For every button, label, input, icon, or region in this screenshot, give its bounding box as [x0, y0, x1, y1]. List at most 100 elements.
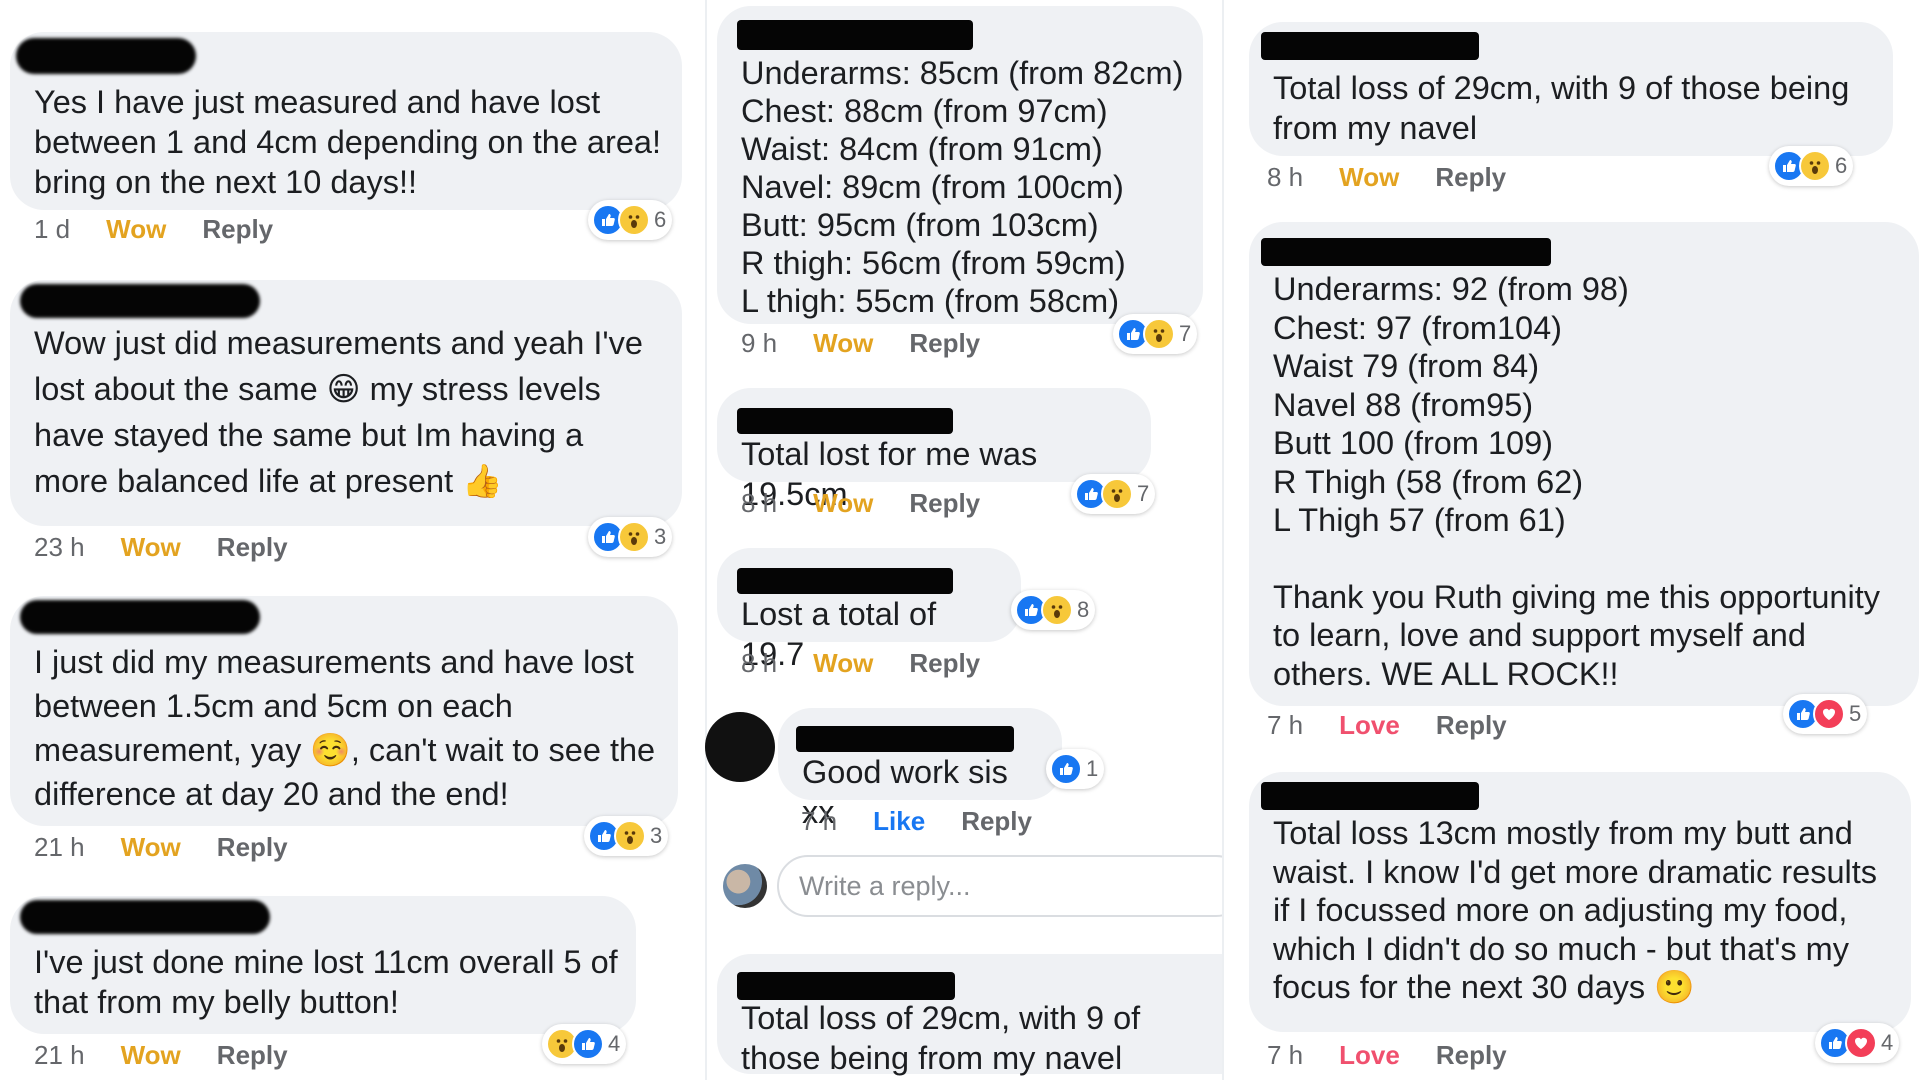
- redacted-name: [737, 972, 955, 1000]
- comment-bubble: Total lost for me was 19.5cm: [717, 388, 1151, 512]
- comment-column-right: Total loss of 29cm, with 9 of those bein…: [1223, 0, 1920, 1080]
- reply-button[interactable]: Reply: [217, 1040, 288, 1071]
- wow-button[interactable]: Wow: [121, 832, 181, 863]
- wow-reaction-icon: [618, 204, 650, 236]
- like-button[interactable]: Like: [873, 806, 925, 837]
- comment-actions: 23 h Wow Reply: [34, 532, 288, 563]
- comment-actions: 8 h Wow Reply: [741, 488, 980, 519]
- reaction-count: 6: [654, 207, 667, 232]
- reply-button[interactable]: Reply: [202, 214, 273, 245]
- comment-bubble: Yes I have just measured and have lost b…: [10, 32, 682, 210]
- redacted-name: [1261, 238, 1551, 266]
- comment-bubble: Underarms: 85cm (from 82cm) Chest: 88cm …: [717, 6, 1203, 324]
- love-reaction-icon: [1813, 698, 1845, 730]
- measurement-line: Waist 79 (from 84): [1273, 348, 1540, 384]
- comment-actions: 8 h Wow Reply: [1267, 162, 1506, 193]
- comment-bubble: Total loss of 29cm, with 9 of those bein…: [717, 954, 1223, 1076]
- measurement-line: Chest: 88cm (from 97cm): [741, 93, 1108, 129]
- comment-time[interactable]: 8 h: [741, 648, 777, 679]
- reaction-count: 4: [1881, 1030, 1894, 1055]
- comment-text: I just did my measurements and have lost…: [34, 644, 656, 812]
- measurement-line: Navel 88 (from95): [1273, 386, 1534, 423]
- reply-button[interactable]: Reply: [217, 832, 288, 863]
- reaction-count: 3: [650, 823, 663, 848]
- redacted-name: [20, 900, 270, 934]
- comment-actions: 21 h Wow Reply: [34, 832, 288, 863]
- reply-input[interactable]: Write a reply...: [777, 855, 1223, 917]
- measurement-line: R Thigh (58 (from 62): [1273, 463, 1584, 500]
- comment-time[interactable]: 7 h: [1267, 710, 1303, 741]
- love-button[interactable]: Love: [1339, 710, 1400, 741]
- love-reaction-icon: [1845, 1027, 1877, 1059]
- wow-reaction-icon: [614, 820, 646, 852]
- reply-button[interactable]: Reply: [1436, 1040, 1507, 1071]
- current-user-avatar: [723, 864, 767, 908]
- comment-text: Wow just did measurements and yeah I've …: [34, 325, 643, 499]
- comment-time[interactable]: 23 h: [34, 532, 85, 563]
- comment-text: Yes I have just measured and have lost b…: [34, 84, 662, 200]
- reply-button[interactable]: Reply: [961, 806, 1032, 837]
- comment-bubble: I've just done mine lost 11cm overall 5 …: [10, 896, 636, 1034]
- measurement-line: L Thigh 57 (from 61): [1273, 502, 1566, 538]
- wow-button[interactable]: Wow: [813, 488, 873, 519]
- redacted-name: [20, 284, 260, 318]
- comment-time[interactable]: 21 h: [34, 832, 85, 863]
- reaction-summary[interactable]: 4: [542, 1024, 627, 1064]
- reply-button[interactable]: Reply: [1436, 710, 1507, 741]
- reply-placeholder: Write a reply...: [799, 870, 971, 901]
- comment-time[interactable]: 7 h: [801, 806, 837, 837]
- measurement-line: R thigh: 56cm (from 59cm): [741, 245, 1126, 281]
- reaction-summary[interactable]: 5: [1783, 694, 1868, 734]
- redacted-name: [737, 568, 953, 594]
- reply-button[interactable]: Reply: [217, 532, 288, 563]
- reaction-summary[interactable]: 6: [588, 200, 673, 240]
- comment-time[interactable]: 8 h: [1267, 162, 1303, 193]
- reaction-summary[interactable]: 3: [588, 517, 673, 557]
- reaction-summary[interactable]: 4: [1815, 1023, 1900, 1063]
- comment-text: I've just done mine lost 11cm overall 5 …: [34, 944, 618, 1020]
- comment-text: Total loss 13cm mostly from my butt and …: [1273, 815, 1878, 1005]
- redacted-name: [20, 600, 260, 634]
- comment-column-left: Yes I have just measured and have lost b…: [0, 0, 705, 1080]
- wow-reaction-icon: [1041, 594, 1073, 626]
- comment-time[interactable]: 7 h: [1267, 1040, 1303, 1071]
- wow-button[interactable]: Wow: [813, 648, 873, 679]
- comment-time[interactable]: 1 d: [34, 214, 70, 245]
- measurement-line: Underarms: 92 (from 98): [1273, 271, 1629, 307]
- reaction-summary[interactable]: 7: [1071, 474, 1156, 514]
- wow-button[interactable]: Wow: [121, 532, 181, 563]
- comment-text: Underarms: 92 (from 98) Chest: 97 (from1…: [1273, 270, 1901, 693]
- reply-button[interactable]: Reply: [909, 328, 980, 359]
- wow-reaction-icon: [1143, 318, 1175, 350]
- comment-text: Underarms: 85cm (from 82cm) Chest: 88cm …: [741, 54, 1185, 320]
- reply-button[interactable]: Reply: [909, 648, 980, 679]
- comment-text: Total loss of 29cm, with 9 of those bein…: [1273, 70, 1850, 146]
- measurement-line: Navel: 89cm (from 100cm): [741, 169, 1124, 205]
- reply-button[interactable]: Reply: [1435, 162, 1506, 193]
- comment-time[interactable]: 8 h: [741, 488, 777, 519]
- comment-text: Total loss of 29cm, with 9 of those bein…: [741, 1000, 1141, 1076]
- reaction-count: 7: [1137, 481, 1150, 506]
- measurement-line: Butt: 95cm (from 103cm): [741, 207, 1099, 243]
- wow-button[interactable]: Wow: [106, 214, 166, 245]
- comment-time[interactable]: 21 h: [34, 1040, 85, 1071]
- wow-button[interactable]: Wow: [1339, 162, 1399, 193]
- reaction-summary[interactable]: 3: [584, 816, 669, 856]
- comment-time[interactable]: 9 h: [741, 328, 777, 359]
- reaction-summary[interactable]: 8: [1011, 590, 1096, 630]
- reply-bubble: Good work sis xx: [778, 708, 1062, 830]
- wow-button[interactable]: Wow: [121, 1040, 181, 1071]
- reaction-summary[interactable]: 7: [1113, 314, 1198, 354]
- redacted-name: [1261, 782, 1479, 810]
- reaction-count: 8: [1077, 597, 1090, 622]
- reaction-summary[interactable]: 6: [1769, 146, 1854, 186]
- like-reaction-icon: [572, 1028, 604, 1060]
- wow-button[interactable]: Wow: [813, 328, 873, 359]
- measurement-line: Butt 100 (from 109): [1273, 425, 1553, 461]
- avatar[interactable]: [705, 712, 775, 782]
- reply-button[interactable]: Reply: [909, 488, 980, 519]
- reaction-summary[interactable]: 1: [1046, 749, 1105, 789]
- measurement-line: L thigh: 55cm (from 58cm): [741, 283, 1120, 319]
- love-button[interactable]: Love: [1339, 1040, 1400, 1071]
- reaction-count: 7: [1179, 321, 1192, 346]
